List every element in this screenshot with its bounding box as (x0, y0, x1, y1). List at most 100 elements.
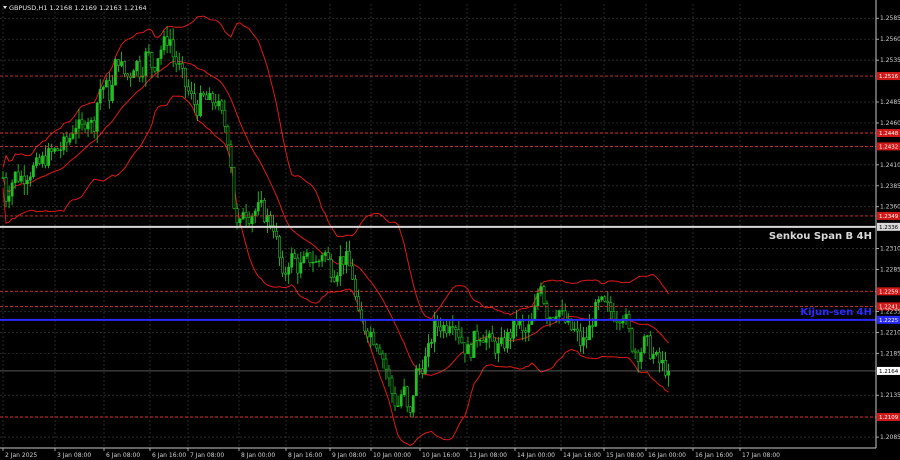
candle-body (199, 92, 202, 116)
candle-body (284, 272, 288, 275)
symbol-info: GBPUSD,H1 1.2168 1.2169 1.2163 1.2164 (9, 4, 147, 12)
candle-body (381, 353, 385, 360)
x-tick-label: 16 Jan 00:00 (648, 452, 686, 459)
candle-body (92, 120, 96, 132)
candle-body (120, 61, 123, 66)
candle-body (442, 325, 446, 332)
x-tick-label: 10 Jan 16:00 (422, 452, 460, 459)
candle-body (232, 166, 236, 209)
candle-body (320, 255, 324, 262)
candle-body (16, 171, 20, 182)
candle-body (25, 179, 29, 184)
candle-body (542, 286, 546, 304)
candle-body (639, 352, 643, 362)
candle-body (208, 93, 212, 101)
candle-body (524, 330, 528, 333)
candle-body (484, 337, 488, 343)
candle-body (132, 70, 136, 78)
candle-body (77, 119, 81, 129)
candle-body (436, 319, 439, 328)
level-price-label: 1.2109 (879, 415, 899, 421)
candle-body (493, 340, 497, 354)
candle-body (345, 251, 348, 265)
candle-body (536, 293, 540, 307)
candle (630, 327, 634, 354)
candle-body (399, 394, 403, 407)
candle-body (335, 275, 339, 282)
candle (472, 330, 476, 358)
candle-body (448, 326, 452, 334)
y-tick-label: 1.2285 (880, 267, 900, 274)
candle-body (332, 277, 336, 282)
candle-body (414, 368, 418, 396)
candle-body (478, 339, 482, 342)
candle-body (627, 314, 631, 329)
candle-body (472, 330, 476, 358)
candle-body (326, 252, 330, 260)
candle-body (445, 325, 449, 334)
candle-body (323, 252, 327, 256)
candle-body (654, 352, 658, 355)
candle-body (250, 215, 254, 225)
candle-body (630, 328, 634, 352)
candle-body (171, 39, 175, 58)
candle-body (28, 176, 32, 181)
candle-body (594, 301, 598, 327)
candle-body (174, 56, 178, 65)
candle-body (262, 200, 266, 223)
candle-body (430, 341, 433, 344)
candle-body (229, 144, 233, 168)
y-tick-label: 1.2560 (880, 36, 900, 43)
candle-body (47, 148, 50, 166)
candle-body (384, 358, 388, 370)
candle-body (1, 177, 5, 179)
y-tick-label: 1.2410 (880, 162, 900, 169)
candle-body (22, 175, 26, 184)
x-tick-label: 14 Jan 16:00 (563, 452, 601, 459)
candle-body (211, 93, 215, 103)
candle-body (53, 148, 57, 152)
candle-body (275, 230, 278, 237)
candle-body (490, 333, 494, 342)
candle-body (19, 175, 23, 182)
x-tick-label: 6 Jan 08:00 (106, 452, 140, 459)
senkou-span-b-text: Senkou Span B 4H (769, 231, 872, 242)
candle-body (496, 343, 500, 354)
y-tick-label: 1.2210 (880, 329, 900, 336)
candle-body (667, 370, 670, 376)
y-tick-label: 1.2385 (880, 183, 900, 190)
candle-body (7, 195, 11, 202)
candle (542, 284, 546, 306)
candle-body (582, 337, 585, 346)
candle-body (411, 395, 415, 413)
candle-body (451, 326, 455, 329)
candle-body (144, 51, 148, 77)
candle-body (533, 305, 537, 321)
x-tick-label: 2 Jan 2025 (5, 452, 37, 459)
senkou-span-b-price-label: 1.2336 (879, 225, 899, 231)
x-tick-label: 6 Jan 16:00 (152, 452, 186, 459)
candle-body (539, 286, 543, 294)
candle-body (457, 329, 461, 338)
candle-body (338, 256, 342, 277)
candle-body (50, 148, 54, 152)
candle-body (147, 51, 151, 53)
x-tick-label: 3 Jan 08:00 (57, 452, 91, 459)
candle-body (390, 377, 394, 394)
candle-body (606, 300, 610, 303)
candle-body (223, 109, 227, 127)
candle-body (138, 60, 142, 78)
candle-body (153, 67, 157, 72)
candle-body (214, 102, 218, 107)
candle-body (661, 359, 664, 364)
candle-body (123, 61, 126, 75)
candle-body (664, 359, 667, 376)
price-chart: 1.25161.24481.24321.23491.22591.22411.21… (0, 0, 900, 460)
candle (642, 334, 646, 355)
x-tick-label: 13 Jan 08:00 (469, 452, 507, 459)
candle-body (624, 314, 628, 320)
x-tick-label: 9 Jan 08:00 (332, 452, 366, 459)
candle-body (527, 324, 531, 333)
candle-body (244, 212, 248, 218)
candle-body (408, 406, 412, 413)
